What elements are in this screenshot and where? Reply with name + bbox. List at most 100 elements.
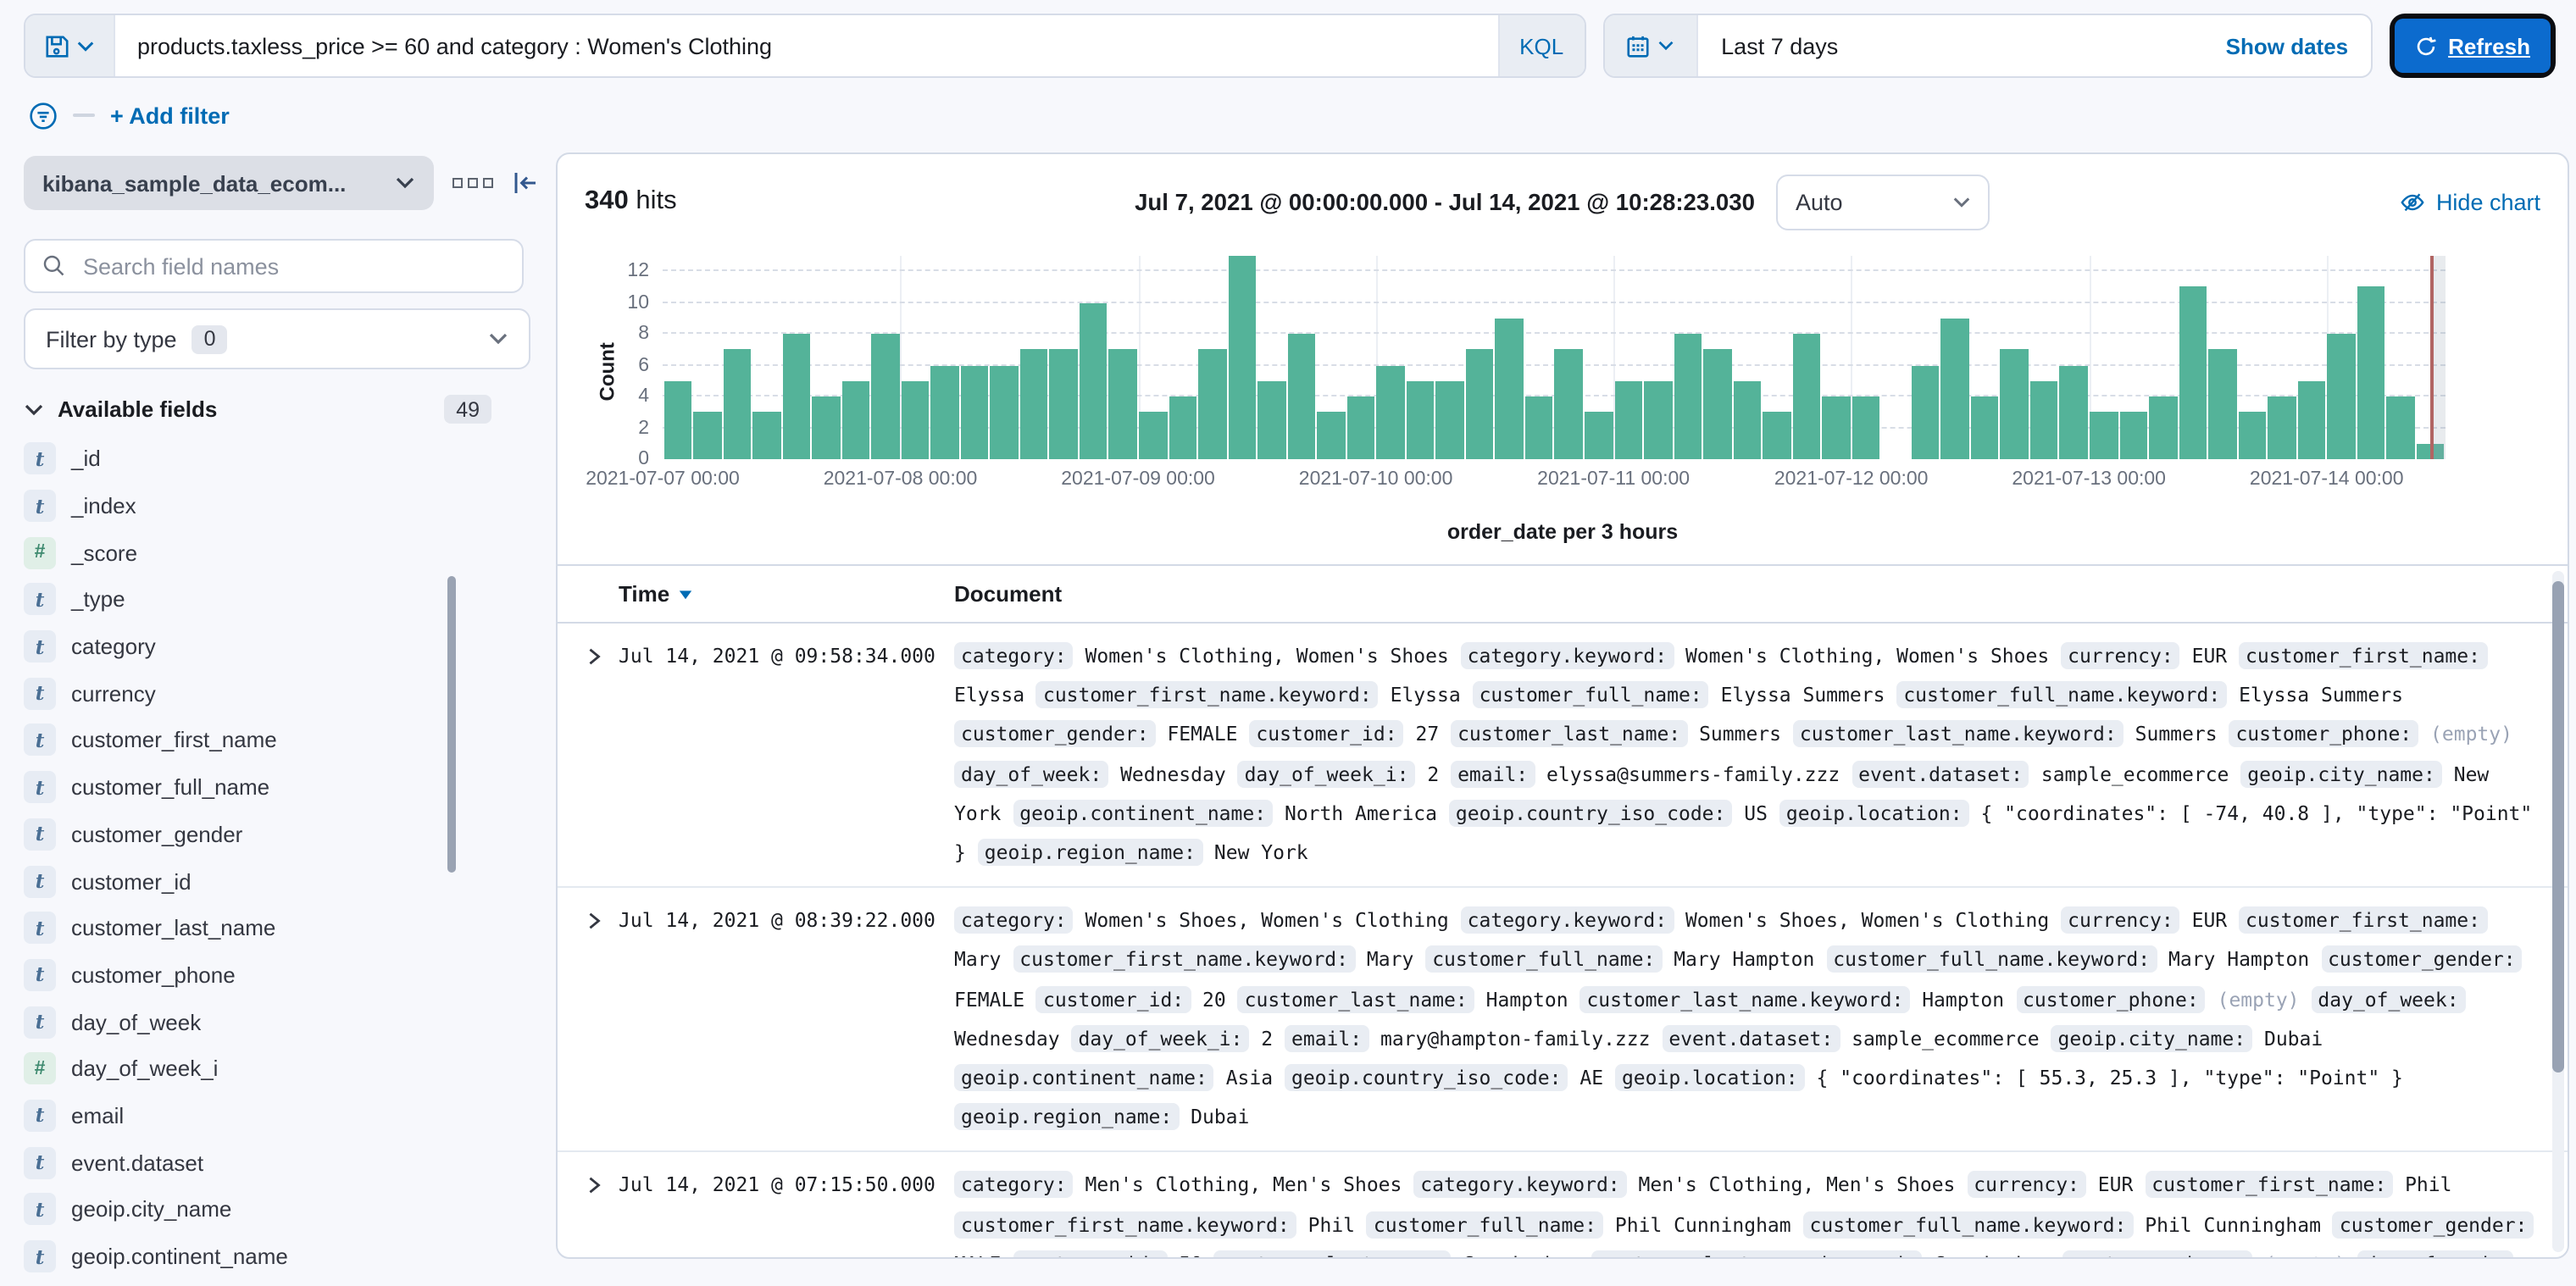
field-list-item[interactable]: tday_of_week xyxy=(24,999,468,1045)
show-dates-button[interactable]: Show dates xyxy=(2226,15,2371,76)
histogram-bar[interactable] xyxy=(1614,381,1642,459)
histogram-bar[interactable] xyxy=(2328,334,2356,459)
histogram-bar[interactable] xyxy=(723,350,751,459)
expand-row-button[interactable] xyxy=(558,901,619,1137)
histogram-bar[interactable] xyxy=(1257,381,1285,459)
histogram-bar[interactable] xyxy=(1228,256,1256,459)
histogram-bar[interactable] xyxy=(1346,396,1374,459)
histogram-bar[interactable] xyxy=(1198,350,1226,459)
histogram-bar[interactable] xyxy=(2001,350,2029,459)
histogram-bar[interactable] xyxy=(902,381,930,459)
field-list-item[interactable]: tcustomer_full_name xyxy=(24,764,468,811)
refresh-button[interactable]: Refresh xyxy=(2394,19,2551,73)
histogram-bar[interactable] xyxy=(2387,396,2415,459)
field-list-item[interactable]: tcustomer_id xyxy=(24,857,468,904)
expand-row-button[interactable] xyxy=(558,637,619,873)
histogram-bar[interactable] xyxy=(1287,334,1315,459)
histogram-bar[interactable] xyxy=(871,334,899,459)
histogram-plot-area[interactable] xyxy=(663,256,2446,459)
table-scrollbar-thumb[interactable] xyxy=(2552,581,2564,1073)
histogram-bar[interactable] xyxy=(2090,413,2118,459)
histogram-bar[interactable] xyxy=(1674,334,1702,459)
histogram-bar[interactable] xyxy=(1169,396,1196,459)
hide-chart-button[interactable]: Hide chart xyxy=(2401,189,2540,214)
histogram-bar[interactable] xyxy=(2297,381,2325,459)
available-fields-header[interactable]: Available fields 49 xyxy=(24,395,491,424)
histogram-bar[interactable] xyxy=(2119,413,2147,459)
saved-query-menu-button[interactable] xyxy=(25,15,115,76)
histogram-bar[interactable] xyxy=(1080,302,1108,459)
histogram-bar[interactable] xyxy=(2238,413,2266,459)
histogram-bar[interactable] xyxy=(1644,381,1672,459)
time-range-value[interactable]: Last 7 days xyxy=(1697,15,2226,76)
histogram-bar[interactable] xyxy=(931,365,959,459)
histogram-bar[interactable] xyxy=(1020,350,1048,459)
histogram-bar[interactable] xyxy=(1050,350,1078,459)
field-list-item[interactable]: t_index xyxy=(24,482,468,529)
histogram-bar[interactable] xyxy=(1377,365,1405,459)
field-list-item[interactable]: tgeoip.continent_name xyxy=(24,1233,468,1279)
filter-by-type-dropdown[interactable]: Filter by type 0 xyxy=(24,308,530,369)
field-list-item[interactable]: tcustomer_phone xyxy=(24,951,468,998)
histogram-bar[interactable] xyxy=(782,334,810,459)
field-list-item[interactable]: tevent.dataset xyxy=(24,1139,468,1186)
histogram-bar[interactable] xyxy=(693,413,721,459)
index-pattern-selector[interactable]: kibana_sample_data_ecom... xyxy=(24,156,433,210)
histogram-bar[interactable] xyxy=(2030,381,2058,459)
histogram-bar[interactable] xyxy=(1971,396,1999,459)
time-column-header[interactable]: Time xyxy=(619,581,954,607)
histogram-bar[interactable] xyxy=(1317,413,1345,459)
histogram-bar[interactable] xyxy=(1139,413,1167,459)
filter-menu-icon[interactable] xyxy=(29,101,58,130)
field-list-item[interactable]: tcustomer_last_name xyxy=(24,905,468,951)
histogram-bar[interactable] xyxy=(1525,396,1553,459)
field-search-input[interactable] xyxy=(80,252,505,280)
histogram-bar[interactable] xyxy=(1466,350,1494,459)
histogram-bar[interactable] xyxy=(1733,381,1761,459)
histogram-bar[interactable] xyxy=(2268,396,2296,459)
field-list-item[interactable]: tgeoip.city_name xyxy=(24,1186,468,1233)
histogram-bar[interactable] xyxy=(1941,319,1969,459)
histogram-bar[interactable] xyxy=(663,381,691,459)
kql-badge[interactable]: KQL xyxy=(1497,15,1584,76)
histogram-bar[interactable] xyxy=(812,396,840,459)
histogram-bar[interactable] xyxy=(2357,287,2385,459)
index-pattern-settings-icon[interactable] xyxy=(452,178,493,189)
histogram-bar[interactable] xyxy=(1822,396,1850,459)
histogram-bar[interactable] xyxy=(2179,287,2207,459)
query-input[interactable] xyxy=(115,15,1497,76)
histogram-bar[interactable] xyxy=(1407,381,1435,459)
field-list-item[interactable]: tcustomer_gender xyxy=(24,811,468,857)
field-list-item[interactable]: t_id xyxy=(24,435,468,482)
histogram-bar[interactable] xyxy=(1585,413,1613,459)
field-list-item[interactable]: tcustomer_first_name xyxy=(24,717,468,763)
histogram-bar[interactable] xyxy=(2149,396,2177,459)
field-list-item[interactable]: tcurrency xyxy=(24,670,468,717)
histogram-bar[interactable] xyxy=(1912,365,1940,459)
expand-row-button[interactable] xyxy=(558,1167,619,1259)
field-list-item[interactable]: #day_of_week_i xyxy=(24,1045,468,1092)
calendar-dropdown-button[interactable] xyxy=(1604,15,1697,76)
field-list-item[interactable]: tgeoip.country_iso_code xyxy=(24,1280,468,1286)
histogram-bar[interactable] xyxy=(2060,365,2088,459)
histogram-bar[interactable] xyxy=(1555,350,1583,459)
histogram-bar[interactable] xyxy=(1436,381,1464,459)
sidebar-scrollbar[interactable] xyxy=(447,576,456,873)
histogram-bar[interactable] xyxy=(1109,350,1137,459)
histogram-bar[interactable] xyxy=(1496,319,1524,459)
histogram-bar[interactable] xyxy=(2208,350,2236,459)
field-list-item[interactable]: #_score xyxy=(24,529,468,576)
histogram-bar[interactable] xyxy=(1792,334,1820,459)
field-list-item[interactable]: t_type xyxy=(24,576,468,623)
histogram-bar[interactable] xyxy=(1703,350,1731,459)
histogram-bar[interactable] xyxy=(991,365,1019,459)
histogram-bar[interactable] xyxy=(1852,396,1880,459)
histogram-bar[interactable] xyxy=(961,365,989,459)
histogram-bar[interactable] xyxy=(1763,413,1790,459)
histogram-bar[interactable] xyxy=(752,413,780,459)
collapse-sidebar-icon[interactable] xyxy=(512,169,539,197)
field-list-item[interactable]: tcategory xyxy=(24,624,468,670)
histogram-bar[interactable] xyxy=(841,381,869,459)
interval-select[interactable]: Auto xyxy=(1777,174,1990,230)
add-filter-button[interactable]: + Add filter xyxy=(110,103,230,128)
